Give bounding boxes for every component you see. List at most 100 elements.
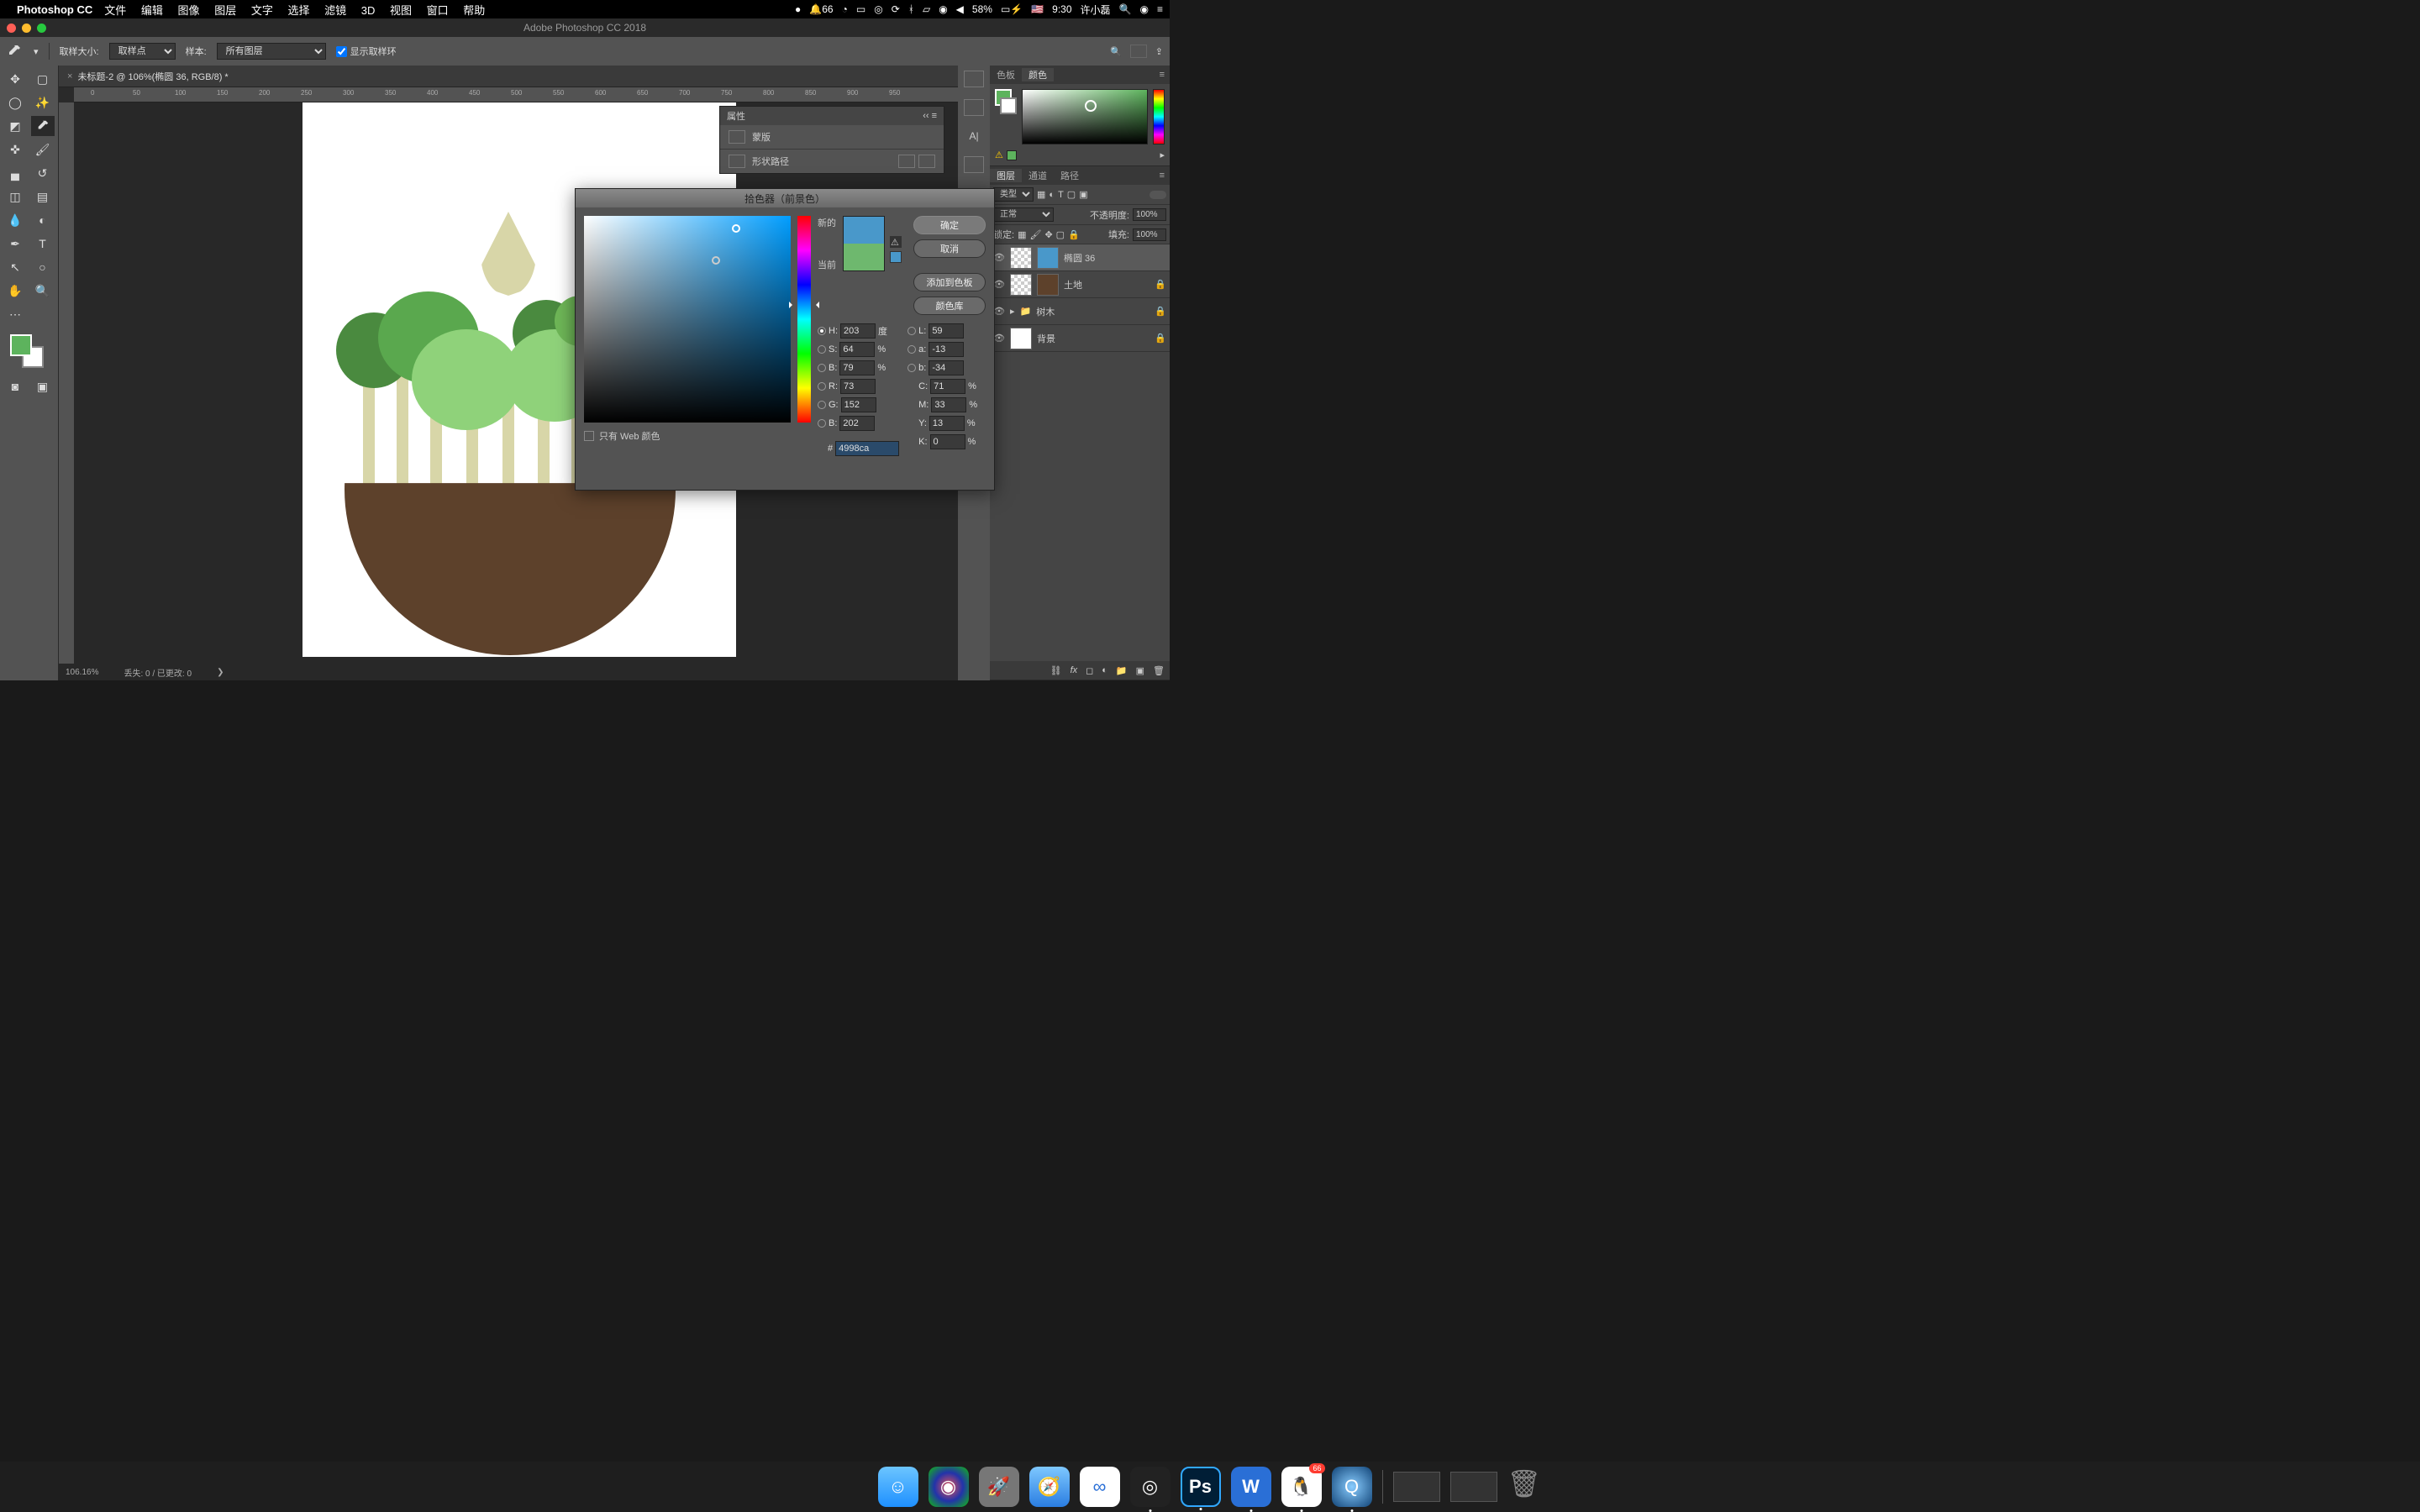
menu-edit[interactable]: 编辑 xyxy=(141,4,163,17)
tab-paths[interactable]: 路径 xyxy=(1054,169,1086,182)
shape-path-icon[interactable] xyxy=(729,155,745,168)
record-icon[interactable]: ◔ xyxy=(842,3,848,15)
picker-title[interactable]: 拾色器（前景色） xyxy=(576,189,994,207)
websafe-swatch[interactable] xyxy=(890,251,902,263)
minimize-button[interactable] xyxy=(22,24,31,33)
filter-smart-icon[interactable]: ▣ xyxy=(1079,189,1087,200)
lb-input[interactable] xyxy=(929,360,964,375)
group-toggle-icon[interactable]: ▸ xyxy=(1010,306,1015,317)
visibility-icon[interactable]: 👁 xyxy=(993,252,1005,264)
hand-tool[interactable]: ✋ xyxy=(3,281,27,301)
c-input[interactable] xyxy=(930,379,965,394)
adjustment-icon[interactable]: ◐ xyxy=(1102,665,1107,675)
layer-thumbnail[interactable] xyxy=(1010,328,1032,349)
hue-cursor[interactable] xyxy=(794,303,814,307)
color-swatches[interactable] xyxy=(3,333,55,373)
cancel-button[interactable]: 取消 xyxy=(913,239,986,258)
edit-toolbar[interactable]: ⋯ xyxy=(3,304,27,324)
color-bg-swatch[interactable] xyxy=(1000,97,1017,114)
pen-tool[interactable]: ✒ xyxy=(3,234,27,254)
sync-icon[interactable]: ⟳ xyxy=(892,3,900,15)
eyedropper-tool-icon[interactable] xyxy=(7,43,24,60)
path-select-tool[interactable]: ↖ xyxy=(3,257,27,277)
document-tab[interactable]: × 未标题-2 @ 106%(椭圆 36, RGB/8) * xyxy=(59,66,958,87)
filter-adjust-icon[interactable]: ◐ xyxy=(1049,190,1055,200)
dock-char-icon[interactable]: A| xyxy=(964,128,984,144)
blend-mode-select[interactable]: 正常 xyxy=(993,207,1054,222)
menu-3d[interactable]: 3D xyxy=(361,4,376,17)
status-icon[interactable]: ● xyxy=(795,3,801,15)
visibility-icon[interactable]: 👁 xyxy=(993,279,1005,291)
dodge-tool[interactable]: ◐ xyxy=(31,210,55,230)
k-input[interactable] xyxy=(930,434,965,449)
airplay-icon[interactable]: ▱ xyxy=(923,3,930,15)
volume-icon[interactable]: ◀ xyxy=(956,3,964,15)
menu-help[interactable]: 帮助 xyxy=(463,4,485,17)
dock-history-icon[interactable] xyxy=(964,71,984,87)
spotlight-icon[interactable]: 🔍 xyxy=(1119,3,1132,15)
webonly-checkbox[interactable] xyxy=(584,431,594,441)
s-radio[interactable] xyxy=(818,345,826,354)
a-radio[interactable] xyxy=(908,345,916,354)
layer-name[interactable]: 椭圆 36 xyxy=(1064,251,1166,265)
saturation-value-field[interactable] xyxy=(584,216,791,423)
marquee-tool[interactable]: ▢ xyxy=(31,69,55,89)
panel-menu-icon[interactable]: ≡ xyxy=(932,111,937,121)
stamp-tool[interactable]: ▄ xyxy=(3,163,27,183)
menu-filter[interactable]: 滤镜 xyxy=(324,4,346,17)
layer-filter-select[interactable]: 类型 xyxy=(993,187,1034,202)
mask-thumbnail[interactable] xyxy=(1037,274,1059,296)
eyedropper-tool[interactable] xyxy=(31,116,55,136)
h-input[interactable] xyxy=(840,323,876,339)
r-radio[interactable] xyxy=(818,382,826,391)
link-icon[interactable]: ⛓ xyxy=(1050,665,1062,676)
crop-tool[interactable]: ◩ xyxy=(3,116,27,136)
lasso-tool[interactable]: ◯ xyxy=(3,92,27,113)
close-button[interactable] xyxy=(7,24,16,33)
mask-icon[interactable]: ◻ xyxy=(1086,665,1093,676)
m-input[interactable] xyxy=(931,397,966,412)
hex-input[interactable] xyxy=(835,441,899,456)
battery-icon[interactable]: ▭⚡ xyxy=(1001,3,1023,15)
hue-slider[interactable] xyxy=(797,216,811,423)
menu-image[interactable]: 图像 xyxy=(178,4,200,17)
lock-pos-icon[interactable]: ✥ xyxy=(1044,229,1052,240)
current-color-swatch[interactable] xyxy=(844,244,884,270)
gamut-warn-icon[interactable]: ⚠ xyxy=(890,236,902,248)
lock-icon[interactable]: 🔒 xyxy=(1155,333,1166,344)
menu-select[interactable]: 选择 xyxy=(287,4,309,17)
show-ring-checkbox[interactable] xyxy=(336,46,347,57)
l-radio[interactable] xyxy=(908,327,916,335)
bb-input[interactable] xyxy=(839,416,875,431)
type-tool[interactable]: T xyxy=(31,234,55,254)
websafe-swatch[interactable] xyxy=(1007,150,1017,160)
lock-artboard-icon[interactable]: ▢ xyxy=(1056,229,1065,240)
color-lib-button[interactable]: 颜色库 xyxy=(913,297,986,315)
visibility-icon[interactable]: 👁 xyxy=(993,306,1005,318)
g-radio[interactable] xyxy=(818,401,826,409)
color-hue-strip[interactable] xyxy=(1153,89,1165,144)
tab-swatches[interactable]: 色板 xyxy=(990,68,1022,81)
panel-menu-icon[interactable]: ≡ xyxy=(1153,171,1170,181)
s-input[interactable] xyxy=(839,342,875,357)
menu-file[interactable]: 文件 xyxy=(104,4,126,17)
blur-tool[interactable]: 💧 xyxy=(3,210,27,230)
path-op-icon[interactable] xyxy=(898,155,915,168)
visibility-icon[interactable]: 👁 xyxy=(993,333,1005,344)
zoom-tool[interactable]: 🔍 xyxy=(31,281,55,301)
l-input[interactable] xyxy=(929,323,964,339)
foreground-swatch[interactable] xyxy=(10,334,32,356)
add-swatch-button[interactable]: 添加到色板 xyxy=(913,273,986,291)
y-input[interactable] xyxy=(929,416,965,431)
clock[interactable]: 9:30 xyxy=(1052,3,1071,15)
ok-button[interactable]: 确定 xyxy=(913,216,986,234)
vertical-ruler[interactable] xyxy=(59,102,74,664)
dock-app-siri[interactable]: ◉ xyxy=(929,1467,969,1507)
sample-select[interactable]: 所有图层 xyxy=(217,43,326,60)
filter-shape-icon[interactable]: ▢ xyxy=(1067,189,1076,200)
opacity-input[interactable] xyxy=(1133,208,1166,221)
panel-menu-icon[interactable]: ≡ xyxy=(1153,70,1170,80)
menu-layer[interactable]: 图层 xyxy=(214,4,236,17)
lock-pixels-icon[interactable]: ▦ xyxy=(1018,229,1026,240)
r-input[interactable] xyxy=(840,379,876,394)
